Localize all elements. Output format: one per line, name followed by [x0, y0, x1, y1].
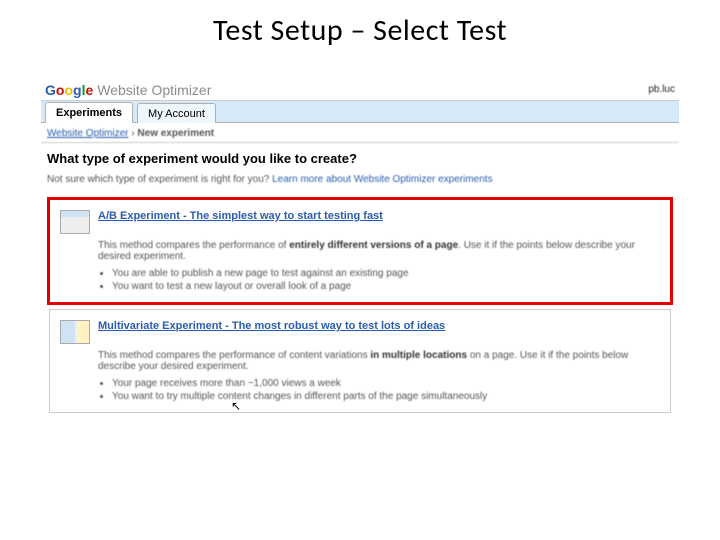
ab-bullets: You are able to publish a new page to te…: [98, 268, 660, 292]
tab-experiments[interactable]: Experiments: [45, 102, 133, 123]
user-label: pb.luc: [648, 84, 675, 95]
breadcrumb-current: New experiment: [137, 128, 214, 139]
mvt-description: This method compares the performance of …: [98, 350, 660, 372]
ab-description: This method compares the performance of …: [98, 240, 660, 262]
page-heading: What type of experiment would you like t…: [41, 143, 679, 170]
mvt-title-link[interactable]: Multivariate Experiment - The most robus…: [98, 320, 445, 332]
slide-title: Test Setup – Select Test: [0, 0, 720, 55]
tab-my-account[interactable]: My Account: [137, 103, 216, 123]
breadcrumb: Website Optimizer › New experiment: [41, 123, 679, 143]
ab-thumb-icon: [60, 210, 90, 234]
screenshot-frame: Google Website Optimizer pb.luc Experime…: [40, 78, 680, 478]
learn-more-link[interactable]: Learn more about Website Optimizer exper…: [272, 174, 492, 185]
mvt-bullets: Your page receives more than ~1,000 view…: [98, 378, 660, 402]
google-logo: Google: [45, 82, 97, 98]
product-name: Website Optimizer: [97, 82, 211, 98]
option-multivariate-experiment[interactable]: Multivariate Experiment - The most robus…: [49, 309, 671, 413]
mvt-thumb-icon: [60, 320, 90, 344]
ab-title-link[interactable]: A/B Experiment - The simplest way to sta…: [98, 210, 383, 222]
tab-bar: Experiments My Account: [41, 101, 679, 123]
option-ab-experiment[interactable]: A/B Experiment - The simplest way to sta…: [49, 199, 671, 303]
header-bar: Google Website Optimizer pb.luc: [41, 79, 679, 101]
help-note: Not sure which type of experiment is rig…: [41, 170, 679, 193]
breadcrumb-root[interactable]: Website Optimizer: [47, 128, 129, 139]
